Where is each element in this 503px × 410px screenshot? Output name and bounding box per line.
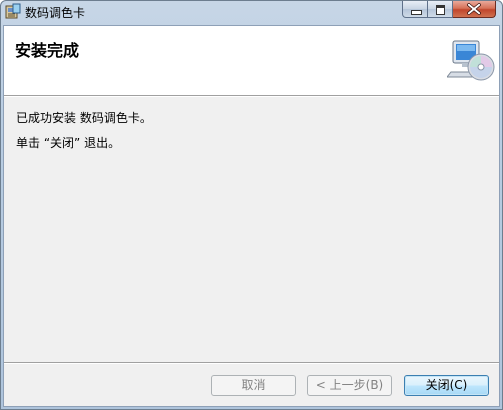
computer-cd-icon <box>445 39 495 83</box>
back-button[interactable]: < 上一步(B) <box>307 375 392 396</box>
header-divider-highlight <box>4 96 499 97</box>
header-panel: 安装完成 <box>4 26 499 95</box>
title-bar[interactable]: 数码调色卡 <box>1 1 502 23</box>
window-title: 数码调色卡 <box>25 6 86 20</box>
close-icon <box>467 3 481 15</box>
exit-instruction: 单击 “关闭” 退出。 <box>16 136 121 150</box>
minimize-icon <box>411 10 422 15</box>
maximize-button[interactable] <box>428 1 453 18</box>
minimize-button[interactable] <box>402 1 428 18</box>
close-button[interactable]: 关闭(C) <box>404 375 489 396</box>
dialog-client-area: 安装完成 已成功安装 数码调色卡。 单击 “关闭” 退出。 取消 < 上一步(B… <box>3 25 500 407</box>
installer-window: 数码调色卡 安装完成 已成功安装 数码调色卡。 单击 “关闭” 退出。 取消 <… <box>0 0 503 410</box>
maximize-icon <box>436 5 445 15</box>
installer-package-icon[interactable] <box>5 3 21 20</box>
cancel-button[interactable]: 取消 <box>211 375 296 396</box>
close-window-button[interactable] <box>453 1 496 18</box>
page-title: 安装完成 <box>15 41 80 60</box>
caption-buttons <box>402 1 496 19</box>
footer-divider-highlight <box>4 363 499 364</box>
success-message: 已成功安装 数码调色卡。 <box>16 111 152 125</box>
